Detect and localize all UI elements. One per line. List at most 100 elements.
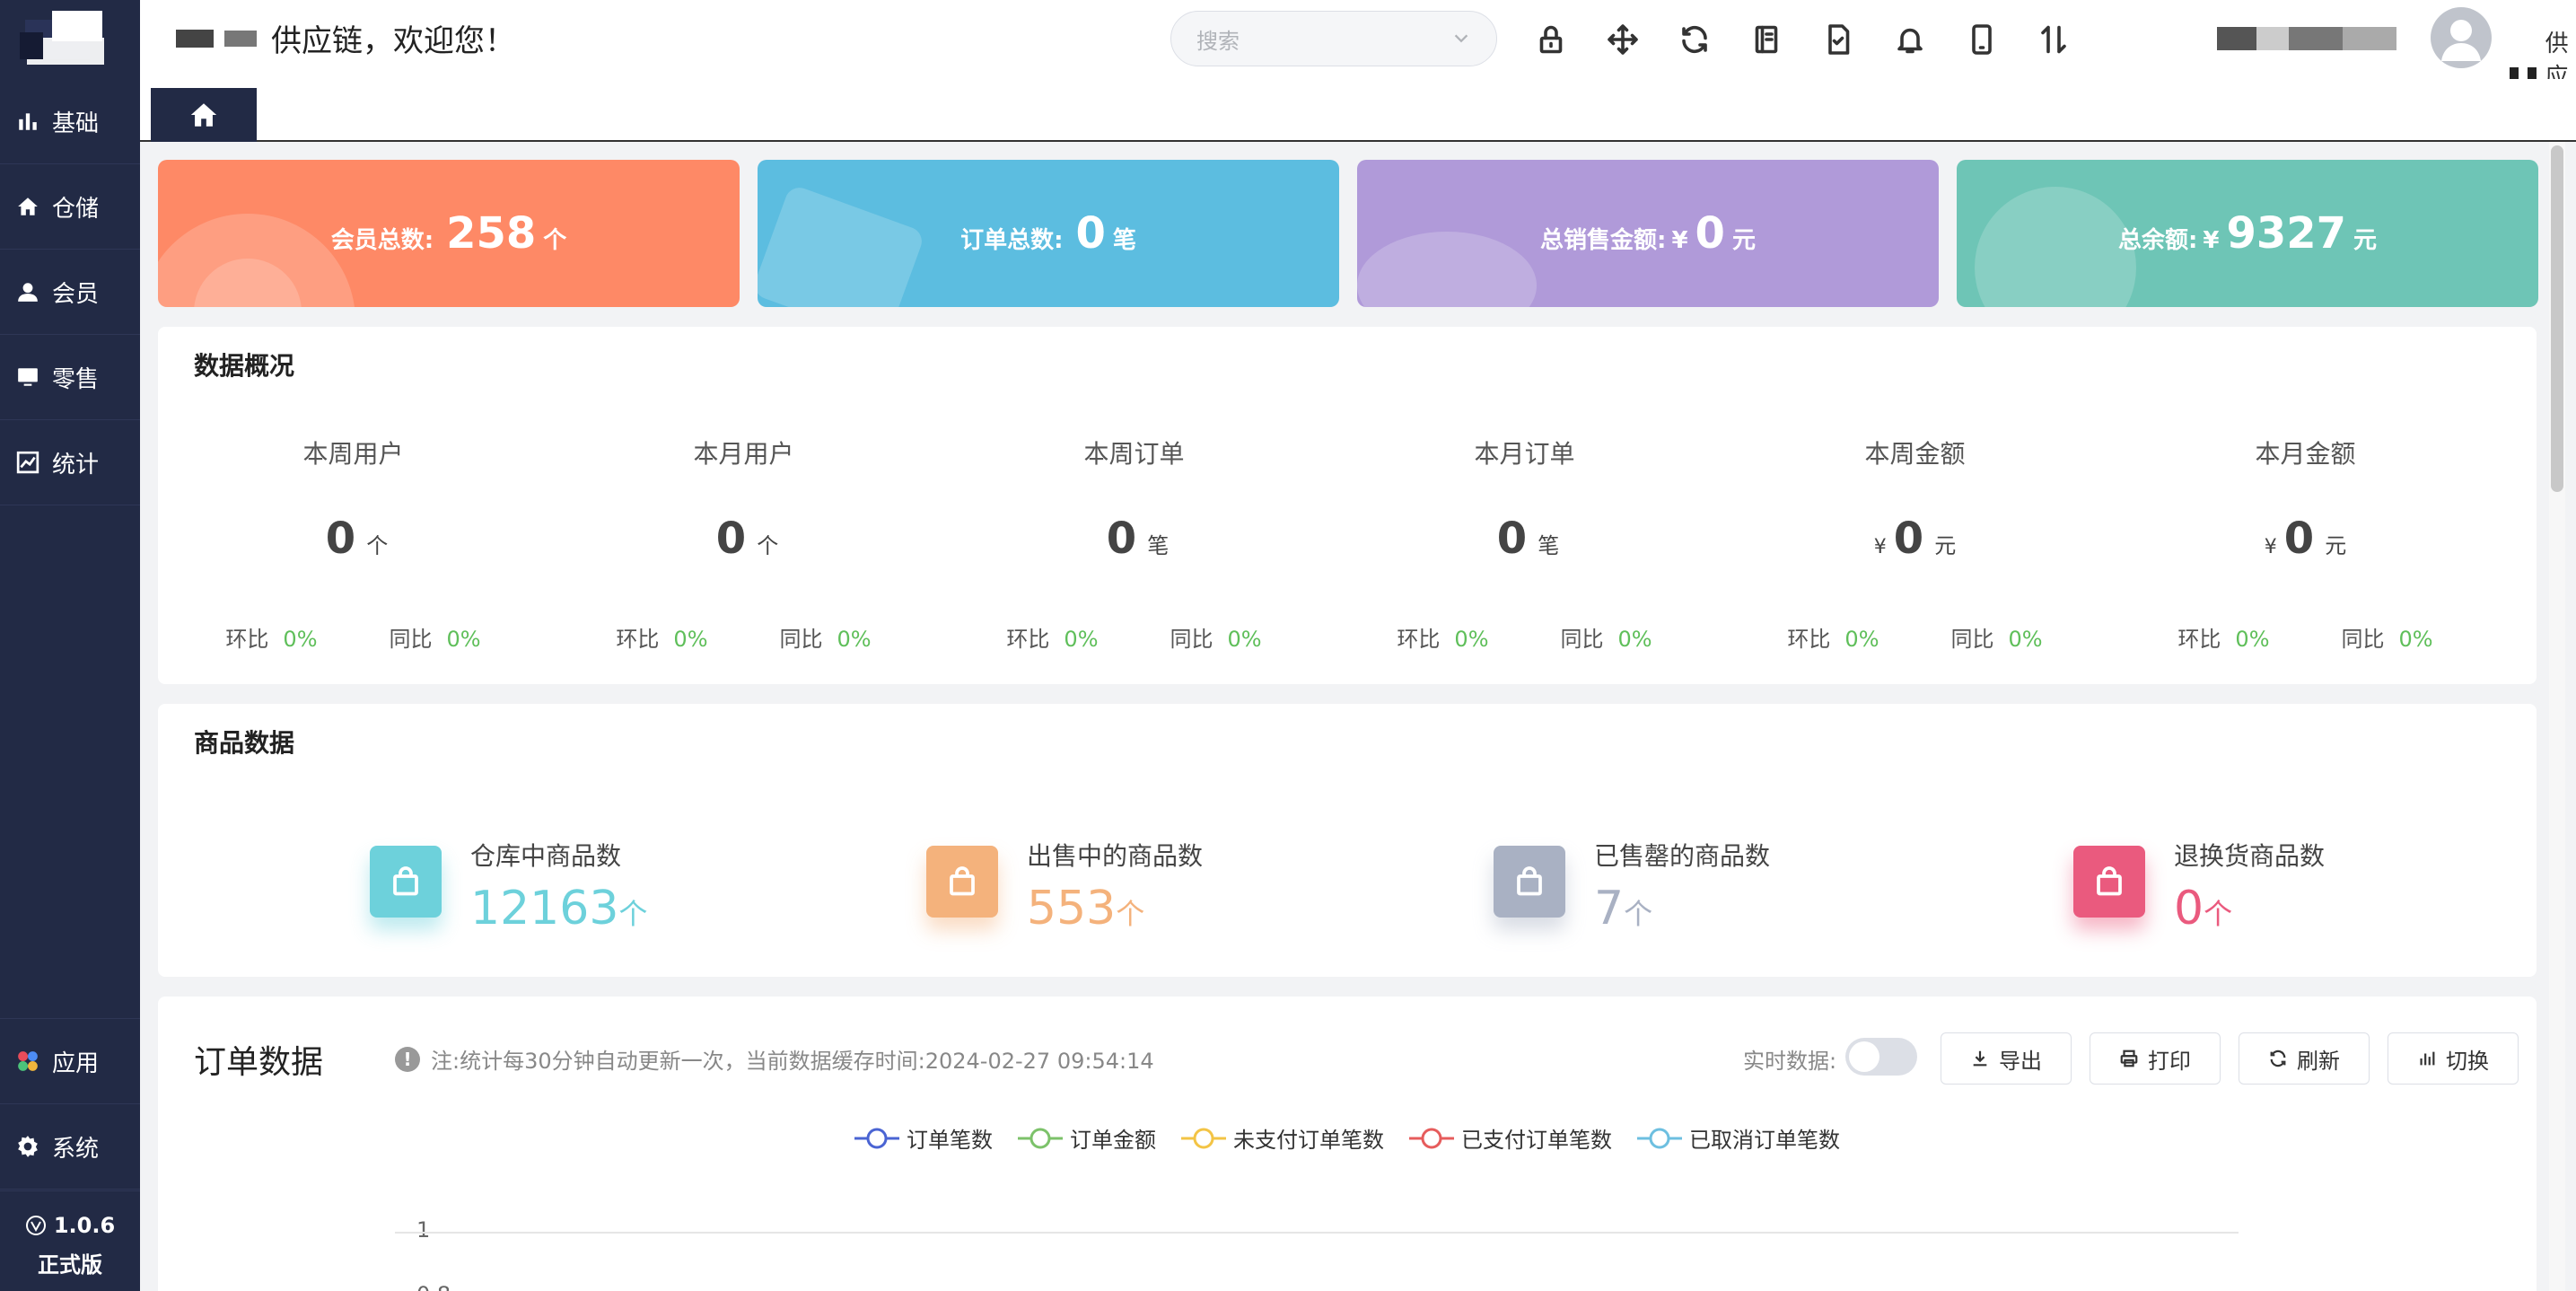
welcome-text: 供应链，欢迎您！: [176, 16, 515, 60]
tab-bar: [140, 79, 2576, 142]
realtime-label: 实时数据:: [1743, 1049, 1837, 1074]
year-label: 同比: [1950, 627, 1994, 652]
ring-label: 环比: [1006, 627, 1050, 652]
ring-label: 环比: [1397, 627, 1441, 652]
ring-value: 0%: [1454, 627, 1489, 652]
switch-chart-button[interactable]: 切换: [2388, 1032, 2519, 1085]
stat-value: 0: [2283, 514, 2315, 564]
goods-unit: 个: [1624, 897, 1653, 931]
card-currency: ¥: [1671, 227, 1688, 254]
notebook-button[interactable]: [1745, 18, 1788, 61]
stat-title: 本周用户: [302, 439, 404, 469]
card-member-total[interactable]: 会员总数: 258 个: [158, 160, 740, 307]
card-currency: ¥: [2203, 227, 2220, 254]
move-button[interactable]: [1601, 18, 1644, 61]
home-icon: [18, 198, 38, 215]
refresh-data-button[interactable]: 刷新: [2239, 1032, 2370, 1085]
sidebar-item-label: 系统: [52, 1135, 100, 1163]
goods-value: 12163: [470, 882, 619, 935]
document-check-button[interactable]: [1817, 18, 1860, 61]
goods-icon: [370, 846, 442, 918]
goods-value: 7: [1594, 882, 1625, 935]
goods-warehouse[interactable]: 仓库中商品数 12163 个: [370, 837, 647, 935]
logo[interactable]: [0, 0, 140, 79]
export-button[interactable]: 导出: [1941, 1032, 2072, 1085]
legend-line-icon: [1181, 1128, 1226, 1148]
apps-icon: [18, 1051, 38, 1071]
legend-item-order-amount[interactable]: 订单金额: [1018, 1122, 1156, 1154]
legend-item-paid[interactable]: 已支付订单笔数: [1409, 1122, 1612, 1154]
lock-button[interactable]: [1529, 18, 1573, 61]
sidebar-item-retail[interactable]: 零售: [0, 335, 140, 420]
sidebar-item-basic[interactable]: 基础: [0, 79, 140, 164]
sidebar-item-member[interactable]: 会员: [0, 250, 140, 335]
legend-item-order-count[interactable]: 订单笔数: [854, 1122, 993, 1154]
orders-note-text: 注:统计每30分钟自动更新一次，当前数据缓存时间:2024-02-27 09:5…: [431, 1049, 1154, 1074]
stat-unit: 元: [1934, 533, 1957, 558]
stat-currency: ¥: [2264, 536, 2277, 558]
print-button[interactable]: 打印: [2090, 1032, 2221, 1085]
switch-button[interactable]: [2032, 18, 2075, 61]
goods-returns[interactable]: 退换货商品数 0个: [2073, 837, 2325, 935]
stat-unit: 笔: [1147, 533, 1170, 558]
stat-unit: 笔: [1538, 533, 1560, 558]
avatar[interactable]: [2431, 7, 2492, 68]
sidebar-item-label: 统计: [52, 451, 100, 479]
year-value: 0%: [446, 627, 481, 652]
stat-value: 0: [715, 514, 747, 564]
ring-label: 环比: [2177, 627, 2221, 652]
goods-on-sale[interactable]: 出售中的商品数 553 个: [926, 837, 1203, 935]
redacted-store-name: [2217, 27, 2396, 50]
monitor-icon: [18, 368, 38, 386]
user-avatar-icon: [2441, 20, 2481, 61]
year-value: 0%: [2398, 627, 2433, 652]
sidebar-menu: 基础 仓储 会员 零售 统计: [0, 79, 140, 505]
refresh-button[interactable]: [1673, 18, 1716, 61]
notification-button[interactable]: [1888, 18, 1932, 61]
overview-panel: 数据概况 本周用户 0个 环比 0% 同比 0% 本月用户 0个 环比 0% 同比 0% 本…: [158, 327, 2537, 684]
sidebar-item-warehouse[interactable]: 仓储: [0, 164, 140, 250]
legend-item-cancelled[interactable]: 已取消订单笔数: [1637, 1122, 1840, 1154]
stat-value: 0: [325, 514, 356, 564]
legend-item-unpaid[interactable]: 未支付订单笔数: [1181, 1122, 1384, 1154]
stat-unit: 个: [757, 533, 779, 558]
sidebar-item-stats[interactable]: 统计: [0, 420, 140, 505]
goods-title: 商品数据: [194, 728, 295, 758]
lock-icon: [1539, 25, 1563, 54]
goods-value: 0: [2174, 882, 2204, 935]
mobile-button[interactable]: [1960, 18, 2003, 61]
refresh-icon: [2270, 1049, 2286, 1067]
stat-value: 0: [1893, 514, 1924, 564]
bar-chart-icon: [2420, 1051, 2435, 1066]
sidebar-item-label: 仓储: [52, 195, 100, 223]
sort-arrows-icon: [2041, 25, 2066, 54]
year-label: 同比: [779, 627, 823, 652]
card-value: 0: [1695, 208, 1725, 259]
print-label: 打印: [2148, 1048, 2191, 1074]
card-balance-total[interactable]: 总余额: ¥ 9327 元: [1957, 160, 2538, 307]
legend-line-icon: [1409, 1128, 1454, 1148]
card-order-total[interactable]: 订单总数: 0 笔: [758, 160, 1339, 307]
search-input[interactable]: 搜索: [1170, 11, 1497, 66]
goods-label: 退换货商品数: [2174, 841, 2326, 871]
tab-home[interactable]: [151, 88, 257, 142]
sidebar-item-apps[interactable]: 应用: [0, 1019, 140, 1104]
ring-label: 环比: [616, 627, 660, 652]
top-header: 供应链，欢迎您！ 搜索 供应链 ▾: [140, 0, 2576, 124]
realtime-toggle[interactable]: [1845, 1038, 1917, 1076]
stat-unit: 个: [366, 533, 389, 558]
card-sales-total[interactable]: 总销售金额: ¥ 0 元: [1357, 160, 1939, 307]
notebook-icon: [1755, 25, 1778, 54]
goods-label: 已售罄的商品数: [1594, 841, 1771, 871]
card-value: 258: [446, 208, 537, 259]
chart-gridline: [395, 1232, 2239, 1234]
sidebar-item-system[interactable]: 系统: [0, 1104, 140, 1190]
export-label: 导出: [1999, 1048, 2042, 1074]
card-unit: 元: [1731, 227, 1756, 254]
goods-sold-out[interactable]: 已售罄的商品数 7个: [1494, 837, 1770, 935]
printer-icon: [2120, 1049, 2138, 1067]
main-content: 会员总数: 258 个 订单总数: 0 笔 总销售金额: ¥ 0 元 总余额: …: [140, 144, 2554, 1291]
year-value: 0%: [1227, 627, 1262, 652]
refresh-icon: [1682, 25, 1707, 54]
legend-label: 已支付订单笔数: [1461, 1128, 1612, 1153]
